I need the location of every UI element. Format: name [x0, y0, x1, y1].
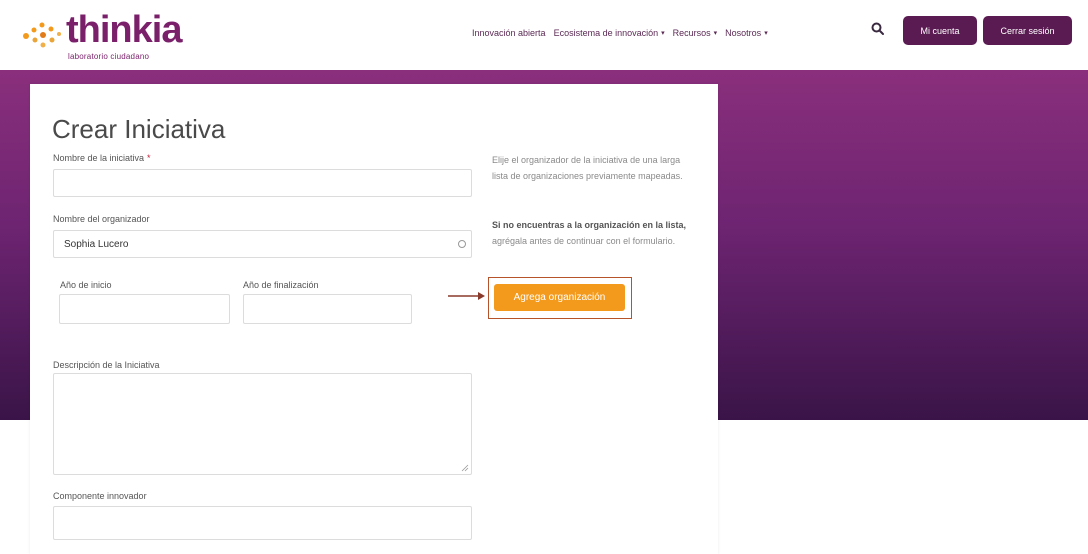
initiative-name-input[interactable]: [53, 169, 472, 197]
logout-button[interactable]: Cerrar sesión: [983, 16, 1072, 45]
organizer-help-text: Elije el organizador de la iniciativa de…: [492, 155, 683, 181]
description-textarea[interactable]: [53, 373, 472, 475]
page-title: Crear Iniciativa: [52, 114, 226, 144]
nav-item-innovacion-abierta[interactable]: Innovación abierta: [472, 28, 546, 38]
logo-wordmark: thinkia: [66, 9, 182, 51]
logo-subtitle: laboratorio ciudadano: [68, 52, 150, 61]
chevron-down-icon: ▾: [713, 30, 718, 37]
site-header: thinkia laboratorio ciudadano Innovación…: [0, 0, 1088, 70]
end-year-input[interactable]: [243, 294, 412, 324]
innovative-component-input[interactable]: [53, 506, 472, 540]
end-year-label: Año de finalización: [243, 280, 319, 290]
initiative-name-label: Nombre de la iniciativa *: [53, 153, 151, 163]
arrow-right-icon: [448, 292, 485, 300]
chevron-down-icon: ▾: [764, 30, 768, 37]
nav-item-nosotros[interactable]: Nosotros ▾: [725, 28, 768, 38]
start-year-input[interactable]: [59, 294, 230, 324]
chevron-down-icon: ▾: [661, 30, 665, 37]
logo-dots-icon: [23, 22, 61, 48]
start-year-label: Año de inicio: [60, 280, 112, 290]
required-mark: *: [147, 153, 151, 163]
main-nav: Innovación abierta Ecosistema de innovac…: [472, 24, 776, 42]
organizer-name-input[interactable]: Sophia Lucero: [53, 230, 472, 258]
my-account-button[interactable]: Mi cuenta: [903, 16, 977, 45]
clear-icon[interactable]: [457, 239, 467, 249]
innovative-component-label: Componente innovador: [53, 491, 147, 501]
nav-item-ecosistema[interactable]: Ecosistema de innovación ▾: [554, 28, 665, 38]
add-organization-help-text: Si no encuentras a la organización en la…: [492, 220, 687, 246]
search-icon[interactable]: [870, 21, 886, 37]
add-organization-button[interactable]: Agrega organización: [494, 284, 625, 311]
thinkia-logo[interactable]: thinkia laboratorio ciudadano: [22, 8, 182, 64]
organizer-name-label: Nombre del organizador: [53, 214, 150, 224]
nav-item-recursos[interactable]: Recursos ▾: [673, 28, 718, 38]
resize-handle-icon[interactable]: [461, 464, 469, 472]
description-label: Descripción de la Iniciativa: [53, 360, 160, 370]
